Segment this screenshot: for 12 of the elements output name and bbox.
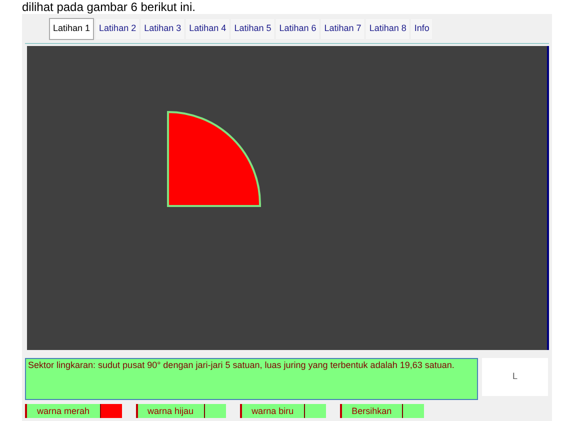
caption: dilihat pada gambar 6 berikut ini. — [21, 0, 196, 14]
tab[interactable]: Latihan 5 — [231, 18, 274, 38]
tab[interactable]: Latihan 3 — [141, 18, 184, 38]
tab[interactable]: Latihan 2 — [96, 18, 140, 38]
tab[interactable]: Latihan 8 — [366, 18, 410, 38]
status-message: Sektor lingkaran: sudut pusat 90° dengan jari-jari 5 satuan, luas juring yang terbentuk adalah 19,63 satuan. — [25, 358, 478, 400]
tab[interactable]: Latihan 4 — [186, 18, 230, 38]
tab[interactable]: Info — [411, 18, 432, 38]
tab[interactable]: Latihan 1 — [49, 18, 94, 40]
side-panel: L — [482, 358, 548, 396]
tab[interactable]: Latihan 7 — [321, 18, 364, 38]
tab[interactable]: Latihan 6 — [276, 18, 320, 38]
